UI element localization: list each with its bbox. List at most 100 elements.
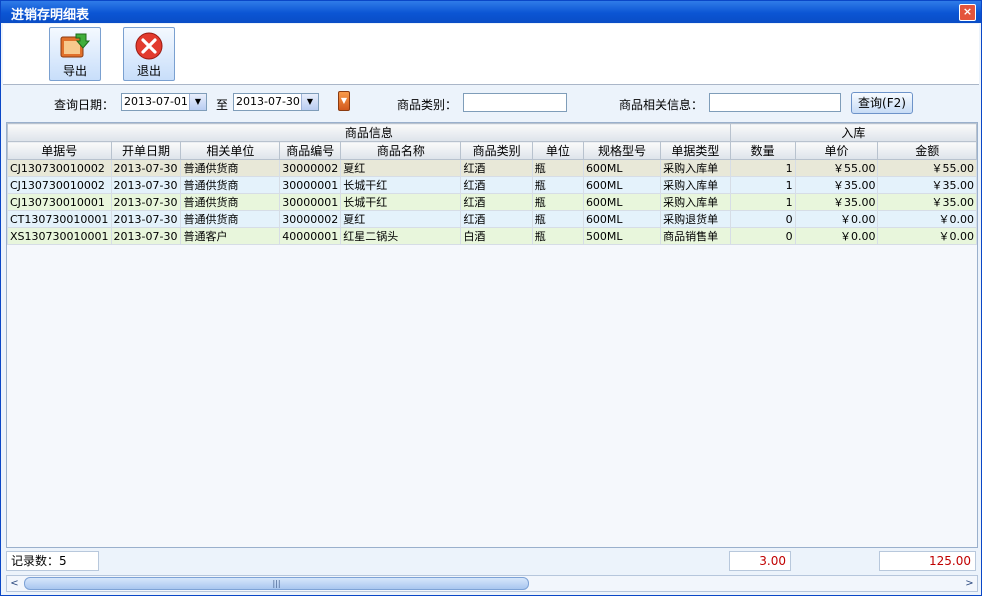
scroll-left-icon[interactable]: < xyxy=(7,576,22,591)
table-cell: ￥0.00 xyxy=(794,210,879,228)
info-label: 商品相关信息： xyxy=(619,98,704,112)
table-cell: 夏红 xyxy=(340,159,462,177)
date-from-select[interactable]: 2013-07-01 ▼ xyxy=(121,93,207,111)
table-cell: 2013-07-30 xyxy=(110,159,182,177)
column-header[interactable]: 单据号 xyxy=(7,141,112,160)
table-cell: 白酒 xyxy=(460,227,533,245)
table-cell: 30000001 xyxy=(279,176,342,194)
chevron-down-icon[interactable]: ▼ xyxy=(301,94,318,110)
info-input[interactable] xyxy=(709,93,841,112)
table-cell: 红酒 xyxy=(460,176,533,194)
column-header[interactable]: 开单日期 xyxy=(110,141,182,160)
table-cell: 瓶 xyxy=(531,193,584,211)
group-header-row: 商品信息 入库 xyxy=(7,123,977,142)
close-icon: × xyxy=(962,5,973,18)
table-cell: XS130730010001 xyxy=(7,227,112,245)
column-header[interactable]: 单位 xyxy=(531,141,584,160)
table-cell: CJ130730010002 xyxy=(7,176,112,194)
exit-button[interactable]: 退出 xyxy=(123,27,175,81)
close-button[interactable]: × xyxy=(959,4,976,21)
table-cell: 600ML xyxy=(582,159,662,177)
table-cell: 长城干红 xyxy=(340,193,462,211)
table-cell: 2013-07-30 xyxy=(110,176,182,194)
table-cell: 红酒 xyxy=(460,210,533,228)
table-cell: ￥35.00 xyxy=(794,193,879,211)
amount-total: 125.00 xyxy=(879,551,976,571)
table-cell: 采购入库单 xyxy=(660,176,731,194)
table-row[interactable]: CJ130730010002 2013-07-30 普通供货商 30000001 长城干… xyxy=(7,176,977,194)
window-title: 进销存明细表 xyxy=(11,8,90,23)
table-cell: 30000002 xyxy=(279,210,342,228)
category-input[interactable] xyxy=(463,93,567,112)
grip-icon: ||| xyxy=(272,579,281,588)
table-cell: 1 xyxy=(729,176,796,194)
scroll-right-icon[interactable]: > xyxy=(962,576,977,591)
table-row[interactable]: CT130730010001 2013-07-30 普通供货商 30000002 夏红红… xyxy=(7,210,977,228)
table-cell: 40000001 xyxy=(279,227,342,245)
horizontal-scrollbar[interactable]: < ||| > xyxy=(6,575,978,592)
table-cell: 普通供货商 xyxy=(180,210,281,228)
record-count: 记录数：5 xyxy=(6,551,99,571)
chevron-down-icon[interactable]: ▼ xyxy=(189,94,206,110)
scroll-thumb[interactable]: ||| xyxy=(24,577,529,590)
table-cell: 瓶 xyxy=(531,227,584,245)
table-cell: 瓶 xyxy=(531,176,584,194)
table-cell: ￥55.00 xyxy=(794,159,879,177)
table-cell: 红酒 xyxy=(460,193,533,211)
main-window: 进销存明细表 × 导出 退出 查询日期： 2013-07-01 ▼ 至 2013… xyxy=(0,0,982,596)
column-header[interactable]: 单价 xyxy=(794,141,879,160)
title-bar: 进销存明细表 × xyxy=(1,1,981,23)
table-cell: 红酒 xyxy=(460,159,533,177)
table-cell: 商品销售单 xyxy=(660,227,731,245)
filter-bar: 查询日期： 2013-07-01 ▼ 至 2013-07-30 ▼ ▼ 商品类别… xyxy=(3,85,979,120)
table-cell: ￥35.00 xyxy=(877,176,977,194)
export-button[interactable]: 导出 xyxy=(49,27,101,81)
table-cell: 0 xyxy=(729,227,796,245)
table-cell: ￥0.00 xyxy=(877,227,977,245)
table-cell: 1 xyxy=(729,159,796,177)
table-row[interactable]: XS130730010001 2013-07-30 普通客户 40000001 红星二锅… xyxy=(7,227,977,245)
table-cell: 600ML xyxy=(582,193,662,211)
query-button[interactable]: 查询(F2) xyxy=(851,92,913,114)
table-cell: CT130730010001 xyxy=(7,210,112,228)
summary-bar: 记录数：5 3.00 125.00 xyxy=(6,549,978,573)
column-header[interactable]: 单据类型 xyxy=(660,141,731,160)
data-grid[interactable]: 商品信息 入库 单据号 开单日期 相关单位 商品编号 商品名称 商品类别 单位 规格型号 单据类… xyxy=(6,122,978,548)
table-row[interactable]: CJ130730010002 2013-07-30 普通供货商 30000002 夏红红… xyxy=(7,159,977,177)
toolbar: 导出 退出 xyxy=(3,24,979,85)
qty-total: 3.00 xyxy=(729,551,791,571)
column-header-row: 单据号 开单日期 相关单位 商品编号 商品名称 商品类别 单位 规格型号 单据类型 数量 单价 金额 xyxy=(7,141,977,160)
column-header[interactable]: 相关单位 xyxy=(180,141,281,160)
table-cell: CJ130730010001 xyxy=(7,193,112,211)
table-cell: 2013-07-30 xyxy=(110,210,182,228)
date-to-select[interactable]: 2013-07-30 ▼ xyxy=(233,93,319,111)
table-cell: ￥35.00 xyxy=(794,176,879,194)
date-from-value: 2013-07-01 xyxy=(124,95,188,108)
column-header[interactable]: 规格型号 xyxy=(582,141,662,160)
column-header[interactable]: 商品类别 xyxy=(460,141,533,160)
column-header[interactable]: 商品名称 xyxy=(340,141,462,160)
exit-icon xyxy=(135,32,163,60)
export-icon xyxy=(60,33,91,58)
table-cell: 2013-07-30 xyxy=(110,193,182,211)
table-cell: 瓶 xyxy=(531,159,584,177)
table-cell: 600ML xyxy=(582,176,662,194)
to-label: 至 xyxy=(216,98,229,112)
table-cell: 普通供货商 xyxy=(180,176,281,194)
table-cell: 普通供货商 xyxy=(180,193,281,211)
column-header[interactable]: 金额 xyxy=(877,141,977,160)
table-row[interactable]: CJ130730010001 2013-07-30 普通供货商 30000001 长城干… xyxy=(7,193,977,211)
table-cell: 30000001 xyxy=(279,193,342,211)
table-cell: ￥0.00 xyxy=(794,227,879,245)
table-cell: 采购退货单 xyxy=(660,210,731,228)
column-header[interactable]: 商品编号 xyxy=(279,141,342,160)
calendar-icon[interactable]: ▼ xyxy=(338,91,350,111)
table-cell: ￥0.00 xyxy=(877,210,977,228)
grid-body: CJ130730010002 2013-07-30 普通供货商 30000002 夏红红… xyxy=(7,159,977,245)
table-cell: 夏红 xyxy=(340,210,462,228)
table-cell: 采购入库单 xyxy=(660,193,731,211)
date-label: 查询日期： xyxy=(54,98,115,112)
table-cell: ￥35.00 xyxy=(877,193,977,211)
column-header[interactable]: 数量 xyxy=(729,141,796,160)
table-cell: 0 xyxy=(729,210,796,228)
